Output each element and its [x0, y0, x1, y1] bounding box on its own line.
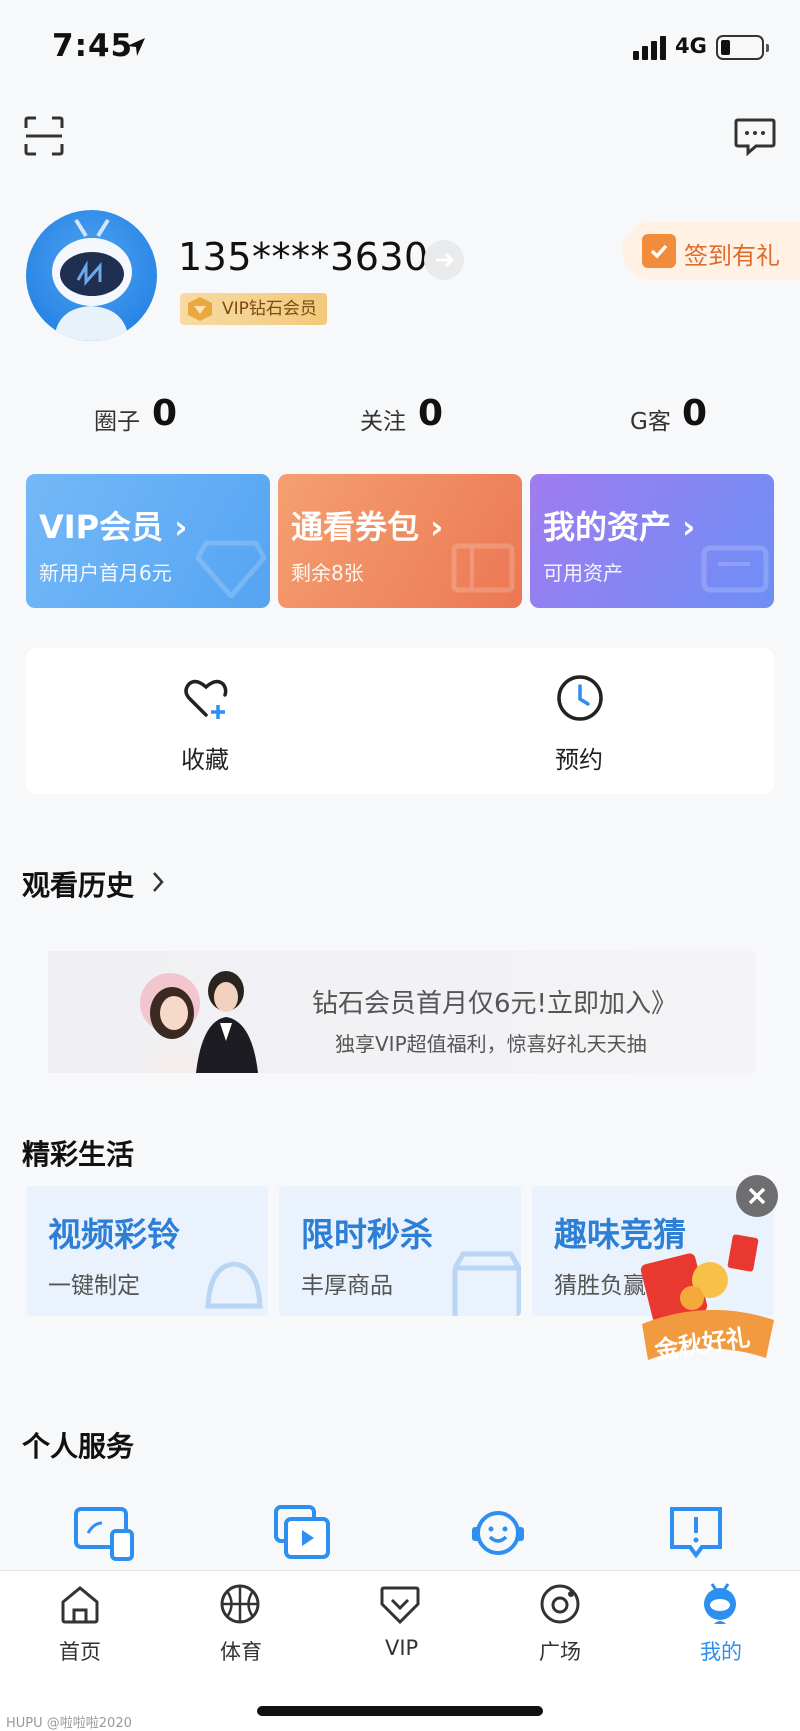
calendar-check-icon: [642, 234, 676, 268]
banner-sub-text: 独享VIP超值福利，惊喜好礼天天抽: [335, 1032, 647, 1056]
promo-title: 通看券包 ›: [291, 508, 444, 546]
signin-label: 签到有礼: [684, 242, 780, 270]
user-phone: 135****3630: [178, 235, 429, 279]
arrow-right-icon: [436, 252, 455, 268]
tab-home[interactable]: 首页: [59, 1636, 101, 1666]
ticket-icon: [451, 543, 515, 593]
bell-icon: [205, 1261, 263, 1309]
promo-subtitle: 新用户首月6元: [39, 561, 172, 585]
video-stack-icon[interactable]: [270, 1503, 334, 1563]
wallet-icon: [701, 545, 769, 593]
profile-mascot-icon[interactable]: [698, 1582, 742, 1626]
stat-follow-label[interactable]: 关注: [360, 402, 406, 436]
quick-reserve-label[interactable]: 预约: [555, 740, 603, 775]
feedback-icon[interactable]: [664, 1503, 728, 1563]
diamond-icon: [188, 297, 212, 321]
life-card-flash-sale[interactable]: 限时秒杀 丰厚商品: [279, 1186, 521, 1316]
life-card-title: 视频彩铃: [48, 1215, 180, 1254]
profile-arrow-button[interactable]: [424, 240, 464, 280]
heart-plus-icon[interactable]: [181, 673, 231, 723]
close-icon: [748, 1187, 766, 1205]
promo-card-vip[interactable]: VIP会员 › 新用户首月6元: [26, 474, 270, 608]
stat-circle-value[interactable]: 0: [152, 393, 177, 434]
promo-subtitle: 可用资产: [543, 561, 623, 585]
diamond-icon: [196, 540, 266, 598]
astronaut-avatar-icon: [52, 218, 132, 341]
life-card-title: 限时秒杀: [301, 1215, 433, 1254]
tab-plaza[interactable]: 广场: [539, 1636, 581, 1666]
couple-photo-icon: [140, 971, 258, 1073]
watermark: HUPU @啦啦啦2020: [6, 1716, 132, 1731]
chevron-right-icon[interactable]: [150, 870, 166, 894]
network-label: 4G: [675, 34, 707, 58]
status-time: 7:45: [52, 28, 134, 64]
stat-follow-value[interactable]: 0: [418, 393, 443, 434]
vip-icon[interactable]: [378, 1582, 422, 1626]
promo-subtitle: 剩余8张: [291, 561, 364, 585]
quick-favorites-label[interactable]: 收藏: [181, 740, 229, 775]
clock-icon[interactable]: [555, 673, 605, 723]
message-icon[interactable]: [734, 116, 776, 156]
customer-service-icon[interactable]: [466, 1503, 530, 1563]
battery-icon: [716, 35, 769, 60]
basketball-icon[interactable]: [218, 1582, 262, 1626]
promo-card-coupon[interactable]: 通看券包 › 剩余8张: [278, 474, 522, 608]
promo-title: VIP会员 ›: [39, 508, 188, 546]
device-screen-icon[interactable]: [72, 1503, 136, 1563]
tab-sports[interactable]: 体育: [220, 1636, 262, 1666]
life-card-ringtone[interactable]: 视频彩铃 一键制定: [26, 1186, 268, 1316]
banner-main-text: 钻石会员首月仅6元!立即加入》: [312, 989, 677, 1019]
tab-profile[interactable]: 我的: [700, 1636, 742, 1666]
life-card-subtitle: 一键制定: [48, 1273, 140, 1299]
plaza-icon[interactable]: [538, 1582, 582, 1626]
home-indicator: [257, 1706, 543, 1716]
scan-icon[interactable]: [24, 116, 64, 156]
quick-actions-panel: [26, 648, 774, 794]
history-title[interactable]: 观看历史: [22, 864, 134, 904]
stat-gke-label[interactable]: G客: [630, 402, 671, 436]
promo-card-assets[interactable]: 我的资产 › 可用资产: [530, 474, 774, 608]
stat-circle-label[interactable]: 圈子: [94, 402, 140, 436]
services-title: 个人服务: [22, 1430, 135, 1463]
life-card-subtitle: 丰厚商品: [301, 1273, 393, 1299]
signal-icon: [633, 36, 666, 60]
promo-title: 我的资产 ›: [543, 508, 696, 546]
location-arrow-icon: [127, 38, 145, 56]
stat-gke-value[interactable]: 0: [682, 393, 707, 434]
avatar[interactable]: [26, 210, 157, 341]
close-float-button[interactable]: [736, 1175, 778, 1217]
home-icon[interactable]: [58, 1582, 102, 1626]
shop-icon: [452, 1251, 521, 1316]
life-title: 精彩生活: [22, 1138, 135, 1171]
gift-float[interactable]: 金秋好礼: [640, 1228, 776, 1368]
tab-vip[interactable]: VIP: [385, 1636, 418, 1660]
